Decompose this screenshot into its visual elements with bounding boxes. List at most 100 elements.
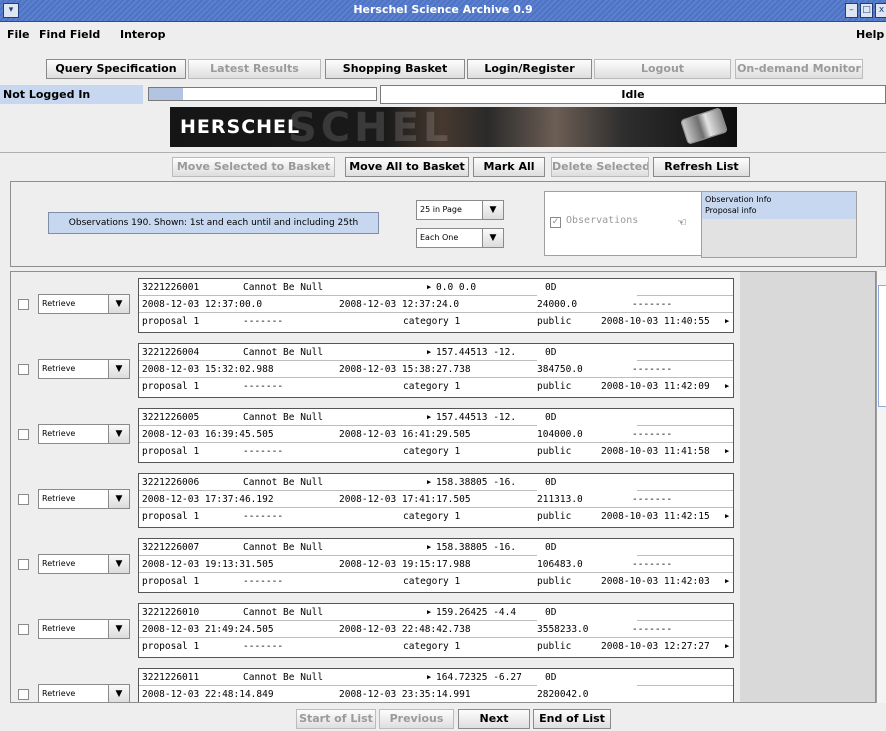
tab-logout[interactable]: Logout xyxy=(594,59,731,79)
obs-proposal: proposal 1 xyxy=(142,381,200,392)
obs-date: 2008-10-03 12:27:27 xyxy=(601,641,710,652)
info-item-proposal[interactable]: Proposal info xyxy=(705,205,856,216)
window-title: Herschel Science Archive 0.9 xyxy=(353,3,533,16)
herschel-logo: HERSCHEL xyxy=(180,116,301,138)
refresh-list-button[interactable]: Refresh List xyxy=(653,157,750,177)
previous-button[interactable]: Previous xyxy=(379,709,454,729)
move-selected-to-basket-button[interactable]: Move Selected to Basket xyxy=(172,157,335,177)
proposal-dashes: ------- xyxy=(243,641,284,652)
result-row: Retrieve ▼ 3221226001 Cannot Be Null ▶ 0.0 0.… xyxy=(11,272,741,335)
row-select-checkbox[interactable] xyxy=(18,364,29,375)
retrieve-select[interactable]: Retrieve ▼ xyxy=(38,619,130,639)
row-select-checkbox[interactable] xyxy=(18,689,29,700)
obs-category: category 1 xyxy=(403,576,461,587)
observation-card[interactable]: 3221226004 Cannot Be Null ▶ 157.44513 -12. ▶… xyxy=(138,343,734,398)
scrollbar-thumb[interactable] xyxy=(878,285,886,407)
observation-card[interactable]: 3221226010 Cannot Be Null ▶ 159.26425 -4.4 ▶… xyxy=(138,603,734,658)
retrieve-select[interactable]: Retrieve ▼ xyxy=(38,359,130,379)
obs-proposal: proposal 1 xyxy=(142,316,200,327)
obs-proposal: proposal 1 xyxy=(142,641,200,652)
proposal-dashes: ------- xyxy=(243,576,284,587)
chevron-down-icon[interactable]: ▼ xyxy=(108,360,129,378)
observations-checkbox[interactable]: ✓ xyxy=(550,217,561,228)
start-of-list-button[interactable]: Start of List xyxy=(296,709,376,729)
info-list[interactable]: Observation Info Proposal info xyxy=(701,191,857,258)
row-select-checkbox[interactable] xyxy=(18,494,29,505)
delete-selected-button[interactable]: Delete Selected xyxy=(551,157,649,177)
obs-date: 2008-10-03 11:40:55 xyxy=(601,316,710,327)
retrieve-value: Retrieve xyxy=(42,494,76,503)
chevron-down-icon[interactable]: ▼ xyxy=(108,295,129,313)
expand-icon[interactable]: ▶ xyxy=(427,409,431,426)
obs-id: 3221226006 xyxy=(142,477,200,488)
observation-card[interactable]: 3221226011 Cannot Be Null ▶ 164.72325 -6.27… xyxy=(138,668,734,702)
menu-find-field[interactable]: Find Field xyxy=(39,28,100,41)
page-size-select[interactable]: 25 in Page ▼ xyxy=(416,200,504,220)
row-select-checkbox[interactable] xyxy=(18,299,29,310)
retrieve-select[interactable]: Retrieve ▼ xyxy=(38,554,130,574)
chevron-down-icon[interactable]: ▼ xyxy=(482,201,503,219)
tab-login-register[interactable]: Login/Register xyxy=(467,59,592,79)
expand-icon[interactable]: ▶ xyxy=(725,443,730,460)
expand-icon[interactable]: ▶ xyxy=(427,474,431,491)
obs-start: 2008-12-03 15:32:02.988 xyxy=(142,364,274,375)
chevron-down-icon[interactable]: ▼ xyxy=(108,490,129,508)
maximize-icon[interactable]: □ xyxy=(860,3,873,18)
observation-card[interactable]: 3221226006 Cannot Be Null ▶ 158.38805 -16. ▶… xyxy=(138,473,734,528)
observation-card[interactable]: 3221226005 Cannot Be Null ▶ 157.44513 -12. ▶… xyxy=(138,408,734,463)
observation-card[interactable]: 3221226007 Cannot Be Null ▶ 158.38805 -16. ▶… xyxy=(138,538,734,593)
chevron-down-icon[interactable]: ▼ xyxy=(482,229,503,247)
expand-icon[interactable]: ▶ xyxy=(427,279,431,296)
expand-icon[interactable]: ▶ xyxy=(427,539,431,556)
tab-latest-results[interactable]: Latest Results xyxy=(188,59,321,79)
retrieve-select[interactable]: Retrieve ▼ xyxy=(38,424,130,444)
close-icon[interactable]: x xyxy=(875,3,886,18)
results-scrollbar[interactable] xyxy=(876,271,886,703)
obs-od: 0D xyxy=(537,344,637,361)
chevron-down-icon[interactable]: ▼ xyxy=(108,555,129,573)
menu-help[interactable]: Help xyxy=(856,28,884,41)
expand-icon[interactable]: ▶ xyxy=(725,508,730,525)
menu-interop[interactable]: Interop xyxy=(120,28,166,41)
row-select-checkbox[interactable] xyxy=(18,429,29,440)
end-of-list-button[interactable]: End of List xyxy=(533,709,611,729)
obs-end: 2008-12-03 16:41:29.505 xyxy=(339,429,471,440)
chevron-down-icon[interactable]: ▼ xyxy=(108,620,129,638)
expand-icon[interactable]: ▶ xyxy=(427,604,431,621)
expand-icon[interactable]: ▶ xyxy=(725,573,730,590)
row-select-checkbox[interactable] xyxy=(18,559,29,570)
obs-start: 2008-12-03 16:39:45.505 xyxy=(142,429,274,440)
observation-card[interactable]: 3221226001 Cannot Be Null ▶ 0.0 0.0 ▶ 0D 2008-… xyxy=(138,278,734,333)
obs-coords: 157.44513 -12. xyxy=(436,347,517,358)
obs-proposal: proposal 1 xyxy=(142,576,200,587)
next-button[interactable]: Next xyxy=(458,709,530,729)
obs-od: 0D xyxy=(537,279,637,296)
step-select[interactable]: Each One ▼ xyxy=(416,228,504,248)
tab-on-demand-monitor[interactable]: On-demand Monitor xyxy=(735,59,863,79)
row-select-checkbox[interactable] xyxy=(18,624,29,635)
mark-all-button[interactable]: Mark All xyxy=(473,157,545,177)
expand-icon[interactable]: ▶ xyxy=(427,344,431,361)
retrieve-select[interactable]: Retrieve ▼ xyxy=(38,684,130,702)
minimize-icon[interactable]: – xyxy=(845,3,858,18)
expand-icon[interactable]: ▶ xyxy=(725,638,730,655)
obs-status: public xyxy=(537,576,572,587)
info-item-observation[interactable]: Observation Info xyxy=(705,194,856,205)
info-list-selection[interactable]: Observation Info Proposal info xyxy=(702,192,856,219)
obs-id: 3221226010 xyxy=(142,607,200,618)
results-list: Retrieve ▼ 3221226001 Cannot Be Null ▶ 0.0 0.… xyxy=(10,271,876,703)
expand-icon[interactable]: ▶ xyxy=(725,313,730,330)
expand-icon[interactable]: ▶ xyxy=(725,378,730,395)
retrieve-select[interactable]: Retrieve ▼ xyxy=(38,294,130,314)
retrieve-value: Retrieve xyxy=(42,559,76,568)
menu-file[interactable]: File xyxy=(7,28,30,41)
chevron-down-icon[interactable]: ▼ xyxy=(108,685,129,702)
tab-shopping-basket[interactable]: Shopping Basket xyxy=(325,59,465,79)
retrieve-select[interactable]: Retrieve ▼ xyxy=(38,489,130,509)
move-all-to-basket-button[interactable]: Move All to Basket xyxy=(345,157,469,177)
result-row: Retrieve ▼ 3221226006 Cannot Be Null ▶ 158.38… xyxy=(11,467,741,530)
chevron-down-icon[interactable]: ▼ xyxy=(108,425,129,443)
expand-icon[interactable]: ▶ xyxy=(427,669,431,686)
obs-id: 3221226011 xyxy=(142,672,200,683)
tab-query-specification[interactable]: Query Specification xyxy=(46,59,186,79)
